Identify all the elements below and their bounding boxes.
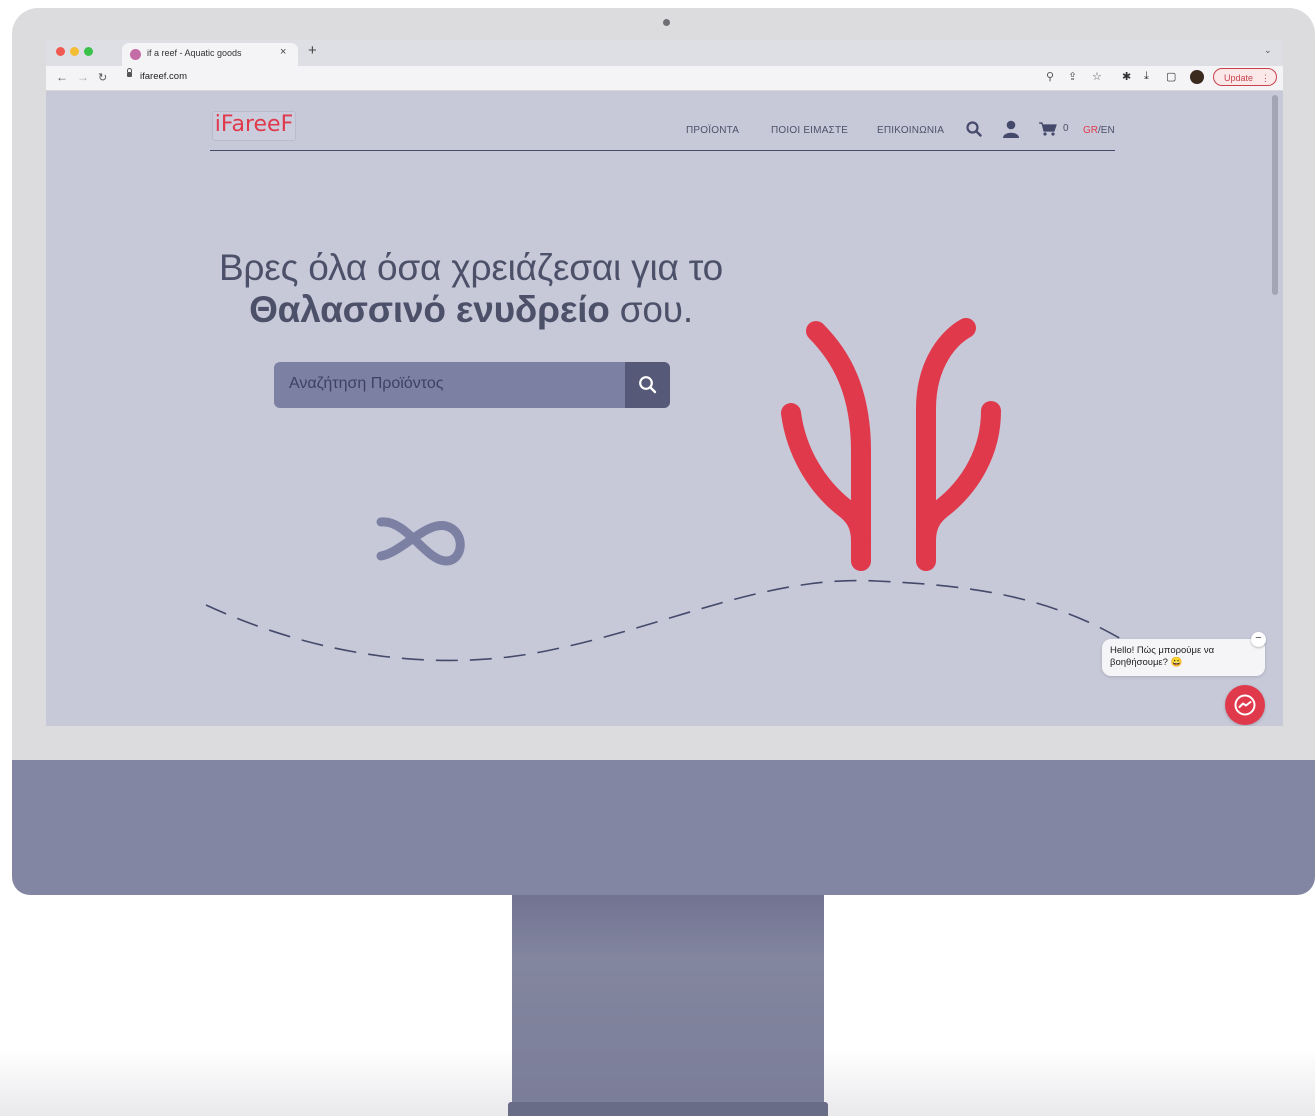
zoom-icon[interactable]: ⚲ — [1046, 70, 1054, 83]
update-button[interactable]: Update — [1213, 68, 1277, 87]
forward-arrow-icon[interactable]: → — [77, 70, 89, 84]
share-icon[interactable]: ⇪ — [1068, 70, 1077, 83]
lock-icon[interactable] — [127, 68, 132, 77]
infinity-doodle-icon — [376, 517, 465, 566]
screen: if a reef - Aquatic goods × + ⌄ ← → ↻ if… — [46, 40, 1283, 726]
messenger-chat-button[interactable] — [1225, 685, 1265, 725]
imac-chin — [12, 760, 1315, 895]
coral-logo-icon — [781, 318, 1001, 571]
reload-icon[interactable]: ↻ — [98, 71, 107, 84]
browser-tab[interactable]: if a reef - Aquatic goods × — [122, 43, 298, 66]
web-page: iFareeF ΠΡΟΪΟΝΤΑ ΠΟΙΟΙ ΕΙΜΑΣΤΕ ΕΠΙΚΟΙΝΩΝ… — [46, 91, 1283, 726]
close-window-button[interactable] — [56, 47, 65, 56]
tab-search-chevron-icon[interactable]: ⌄ — [1264, 45, 1272, 56]
site-favicon-icon — [130, 49, 141, 60]
maximize-window-button[interactable] — [84, 47, 93, 56]
tab-close-button[interactable]: × — [280, 46, 286, 58]
dashed-wave-line — [205, 579, 1122, 662]
side-panel-icon[interactable]: ▢ — [1166, 70, 1176, 83]
profile-avatar[interactable] — [1190, 70, 1204, 84]
back-arrow-icon[interactable]: ← — [56, 70, 68, 84]
messenger-icon — [1234, 694, 1256, 716]
chat-greeting-bubble[interactable]: Hello! Πώς μπορούμε να βοηθήσουμε? 😀 — [1102, 639, 1265, 676]
browser-toolbar: ← → ↻ ifareef.com ⚲ ⇪ ☆ ✱ ⤓ ▢ Update — [46, 66, 1283, 91]
download-icon[interactable]: ⤓ — [1144, 70, 1149, 83]
bookmark-star-icon[interactable]: ☆ — [1092, 70, 1102, 83]
address-bar[interactable]: ifareef.com — [140, 71, 187, 82]
imac-stand-foot — [508, 1102, 828, 1116]
tab-title: if a reef - Aquatic goods — [147, 48, 242, 58]
new-tab-button[interactable]: + — [308, 42, 317, 59]
chat-message: Hello! Πώς μπορούμε να βοηθήσουμε? 😀 — [1110, 645, 1215, 668]
minimize-window-button[interactable] — [70, 47, 79, 56]
browser-tab-bar: if a reef - Aquatic goods × + ⌄ — [46, 40, 1283, 66]
chat-minimize-button[interactable]: − — [1251, 632, 1266, 647]
hero-illustration — [205, 318, 1122, 662]
extensions-puzzle-icon[interactable]: ✱ — [1122, 70, 1131, 83]
camera-dot — [663, 19, 670, 26]
imac-stand — [512, 893, 824, 1116]
